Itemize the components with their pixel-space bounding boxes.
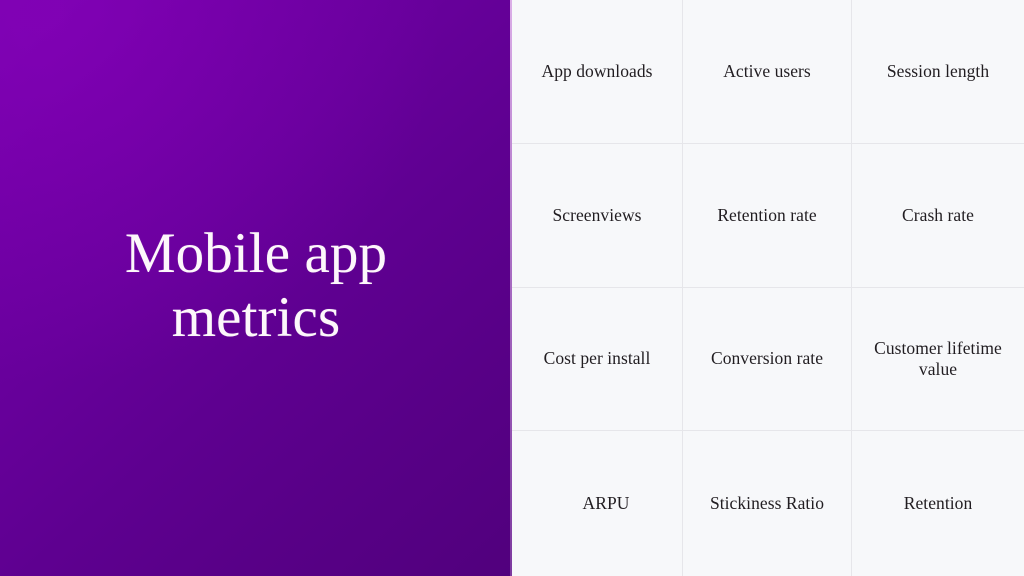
metric-cell[interactable]: Retention rate (683, 144, 852, 288)
metric-label: Retention rate (717, 204, 817, 225)
metric-label: ARPU (582, 492, 630, 513)
metric-label: Crash rate (902, 204, 974, 225)
page-title: Mobile app metrics (91, 222, 421, 350)
metric-label: Retention (903, 492, 973, 513)
metric-label: Screenviews (552, 204, 642, 225)
metric-cell[interactable]: Session length (852, 0, 1024, 144)
metric-label: Stickiness Ratio (709, 492, 825, 513)
metric-cell[interactable]: Customer lifetime value (852, 288, 1024, 431)
metric-label: App downloads (541, 60, 653, 81)
metric-cell[interactable]: Retention (852, 431, 1024, 576)
metric-cell[interactable]: Screenviews (512, 144, 683, 288)
metric-label: Active users (723, 60, 811, 81)
metric-cell[interactable]: Cost per install (512, 288, 683, 431)
metric-label: Conversion rate (710, 348, 824, 369)
title-panel: Mobile app metrics (0, 0, 512, 576)
page-title-line-1: Mobile app (124, 222, 388, 286)
metric-cell[interactable]: Crash rate (852, 144, 1024, 288)
metric-cell[interactable]: Stickiness Ratio (683, 431, 852, 576)
page-title-line-2: metrics (171, 286, 341, 349)
metric-cell[interactable]: Active users (683, 0, 852, 144)
metric-cell[interactable]: App downloads (512, 0, 683, 144)
metric-label: Cost per install (543, 348, 651, 369)
metric-cell[interactable]: Conversion rate (683, 288, 852, 431)
metric-label: Session length (886, 60, 990, 81)
metrics-grid: App downloads Active users Session lengt… (512, 0, 1024, 576)
slide: Mobile app metrics App downloads Active u… (0, 0, 1024, 576)
metric-cell[interactable]: ARPU (512, 431, 683, 576)
metric-label: Customer lifetime value (874, 337, 1002, 379)
